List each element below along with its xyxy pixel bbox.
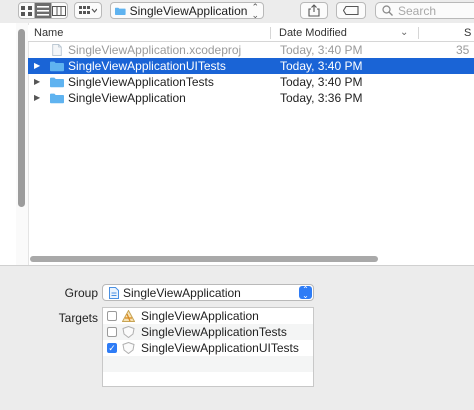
vertical-scroll-thumb[interactable] [18, 29, 25, 207]
disclosure-triangle-icon[interactable]: ▶ [34, 74, 40, 90]
size-column-header[interactable]: S [464, 25, 471, 41]
sort-chevron-icon[interactable]: ⌄ [400, 25, 408, 41]
group-popup-button[interactable]: SingleViewApplication ⌃ ⌄ [102, 284, 314, 301]
view-mode-segmented-control[interactable] [18, 2, 68, 19]
columns-icon [52, 5, 67, 16]
icon-view-button[interactable] [19, 3, 34, 18]
share-icon [308, 4, 320, 17]
horizontal-scrollbar[interactable] [28, 255, 474, 264]
name-column-header[interactable]: Name [34, 25, 63, 41]
file-row[interactable]: ▶ SingleViewApplicationUITests Today, 3:… [28, 58, 474, 74]
target-row[interactable]: SingleViewApplication [103, 308, 313, 324]
target-checkbox-checked[interactable]: ✓ [107, 343, 117, 353]
arrange-button[interactable] [74, 2, 102, 19]
list-icon [36, 5, 49, 16]
test-target-icon [122, 326, 135, 338]
chevron-updown-icon: ⌃ ⌄ [299, 285, 312, 299]
file-list: SingleViewApplication.xcodeproj Today, 3… [28, 42, 474, 106]
folder-icon [50, 93, 64, 104]
group-file-icon [109, 286, 119, 299]
group-label: Group [64, 286, 98, 300]
file-row[interactable]: SingleViewApplication.xcodeproj Today, 3… [28, 42, 474, 58]
horizontal-scroll-thumb[interactable] [30, 256, 378, 262]
folder-icon [115, 7, 126, 15]
share-button[interactable] [300, 2, 328, 19]
target-row[interactable]: SingleViewApplicationTests [103, 324, 313, 340]
column-divider[interactable] [418, 27, 419, 39]
file-row[interactable]: ▶ SingleViewApplication Today, 3:36 PM [28, 90, 474, 106]
finder-toolbar: SingleViewApplication ⌃ ⌄ Search [0, 0, 474, 22]
group-value: SingleViewApplication [123, 285, 241, 300]
disclosure-triangle-icon[interactable]: ▶ [34, 58, 40, 74]
search-placeholder: Search [398, 3, 437, 18]
file-date: Today, 3:40 PM [280, 75, 363, 89]
folder-icon [50, 77, 64, 88]
arrange-grid-icon [79, 5, 97, 14]
search-field[interactable]: Search [375, 2, 474, 19]
date-modified-column-header[interactable]: Date Modified [279, 25, 347, 41]
file-date: Today, 3:36 PM [280, 91, 363, 105]
tag-icon [343, 6, 359, 15]
file-name: SingleViewApplicationUITests [68, 59, 226, 73]
target-row-empty [103, 356, 313, 372]
disclosure-triangle-icon[interactable]: ▶ [34, 90, 40, 106]
icon-grid-icon [20, 5, 32, 16]
search-icon [382, 5, 393, 16]
targets-label: Targets [58, 311, 98, 325]
chevron-updown-icon: ⌃ ⌄ [251, 1, 259, 20]
target-row-empty [103, 372, 313, 388]
file-name: SingleViewApplicationTests [68, 75, 214, 89]
file-name: SingleViewApplication [68, 91, 186, 105]
file-browser: Name Date Modified ⌄ S SingleViewApplica… [0, 23, 474, 265]
target-name: SingleViewApplicationUITests [141, 341, 299, 355]
test-target-icon [122, 342, 135, 354]
file-row[interactable]: ▶ SingleViewApplicationTests Today, 3:40… [28, 74, 474, 90]
file-size: 35 [456, 43, 470, 57]
column-divider[interactable] [270, 27, 271, 39]
target-checkbox[interactable] [107, 327, 117, 337]
location-label: SingleViewApplication [129, 3, 248, 18]
folder-icon [50, 61, 64, 72]
target-name: SingleViewApplication [141, 309, 259, 323]
location-popup[interactable]: SingleViewApplication ⌃ ⌄ [110, 2, 264, 19]
save-options-panel: Group SingleViewApplication ⌃ ⌄ Targets S… [0, 265, 474, 410]
file-date: Today, 3:40 PM [280, 43, 363, 57]
file-date: Today, 3:40 PM [280, 59, 363, 73]
column-header: Name Date Modified ⌄ S [28, 25, 474, 42]
target-row[interactable]: ✓ SingleViewApplicationUITests [103, 340, 313, 356]
tag-button[interactable] [336, 2, 366, 19]
target-checkbox[interactable] [107, 311, 117, 321]
column-view-button[interactable] [50, 3, 67, 18]
targets-list: SingleViewApplication SingleViewApplicat… [102, 307, 314, 387]
target-name: SingleViewApplicationTests [141, 325, 287, 339]
list-view-button[interactable] [34, 3, 51, 18]
xcodeproj-file-icon [52, 44, 62, 56]
app-target-icon [122, 310, 135, 322]
file-name: SingleViewApplication.xcodeproj [68, 43, 242, 57]
